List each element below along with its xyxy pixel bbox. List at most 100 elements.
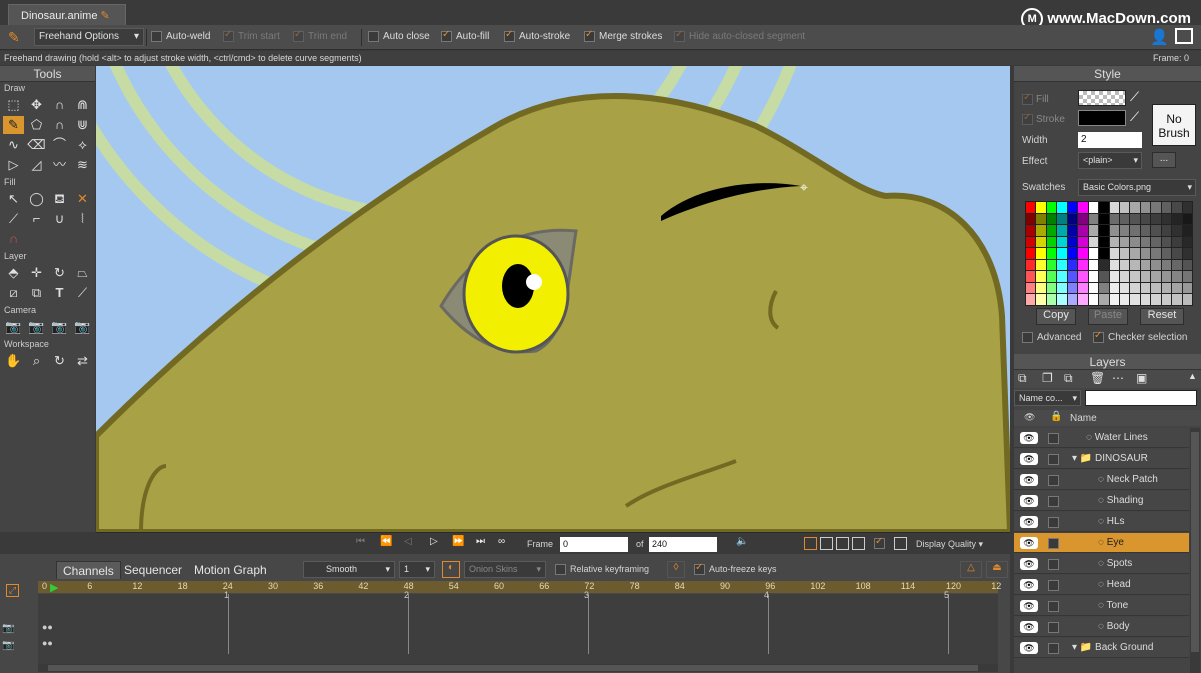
layer-search-input[interactable] [1085,390,1197,406]
color-swatch[interactable] [1130,236,1140,248]
layer-lock-checkbox[interactable] [1048,643,1059,654]
frame-ruler[interactable]: 0 6 12 18 24 30 36 42 48 54 60 66 72 78 84 90 96 102 108 11… [38,581,1001,593]
color-swatch[interactable] [1036,202,1046,213]
color-swatch[interactable] [1182,236,1192,248]
color-swatch[interactable] [1130,294,1140,305]
color-swatch[interactable] [1161,294,1172,305]
color-swatch[interactable] [1140,213,1151,225]
prev-key-icon[interactable]: ⏪ [380,536,392,547]
advanced-checkbox[interactable] [1022,332,1033,343]
loop-icon[interactable]: ∞ [498,536,505,547]
color-swatch[interactable] [1172,213,1182,225]
layer-row[interactable]: 👁 ◌ Body [1014,617,1189,637]
color-swatch[interactable] [1172,259,1182,271]
color-swatch[interactable] [1046,225,1057,236]
color-swatch[interactable] [1140,225,1151,236]
layer-row[interactable]: 👁 ▾ 📁 DINOSAUR [1014,449,1189,469]
camera-track-icon[interactable]: 📷 [3,318,24,336]
bone-icon[interactable]: ⧉ [26,284,47,302]
name-filter-dropdown[interactable]: Name co... ▾ [1014,390,1081,406]
color-swatch[interactable] [1119,225,1130,236]
document-tab[interactable]: Dinosaur.anime ✎ [8,4,126,25]
camera-zoom-icon[interactable]: 📷 [26,318,47,336]
color-swatch[interactable] [1088,225,1099,236]
color-swatch[interactable] [1151,248,1161,259]
color-swatch[interactable] [1130,259,1140,271]
color-swatch[interactable] [1046,236,1057,248]
color-swatch[interactable] [1067,271,1078,282]
step-back-icon[interactable]: ◁ [404,536,412,547]
color-swatch[interactable] [1140,271,1151,282]
eraser-icon[interactable]: ⌫ [26,136,47,154]
view-quad-icon[interactable] [852,537,865,550]
color-swatch[interactable] [1088,248,1099,259]
color-swatch[interactable] [1046,248,1057,259]
view-split-icon[interactable] [820,537,833,550]
color-swatch[interactable] [1130,202,1140,213]
line-width-icon[interactable]: ⌐ [26,210,47,228]
step-dropdown[interactable]: 1 ▾ [399,561,435,578]
color-swatch[interactable] [1057,259,1067,271]
layer-row[interactable]: 👁 ◌ Water Lines [1014,428,1189,448]
color-swatch[interactable] [1172,294,1182,305]
delete-layer-icon[interactable]: 🗑 [1090,371,1105,385]
interpolation-dropdown[interactable]: Smooth ▾ [303,561,395,578]
color-swatch[interactable] [1140,236,1151,248]
wave-icon[interactable]: 〰 [49,156,70,174]
color-swatch[interactable] [1119,259,1130,271]
color-swatch[interactable] [1036,213,1046,225]
orbit-icon[interactable]: ⇄ [72,352,93,370]
trim-end-checkbox[interactable] [293,29,304,42]
auto-stroke-checkbox[interactable] [504,29,515,42]
color-swatch[interactable] [1026,294,1036,305]
flip-layer-icon[interactable]: ⧄ [3,284,24,302]
layer-row[interactable]: 👁 ◌ Spots [1014,554,1189,574]
ruler-fit-icon[interactable]: ⏏ [986,561,1008,578]
relative-keyframing-checkbox[interactable] [555,564,566,575]
color-swatch[interactable] [1067,202,1078,213]
fill-checkbox[interactable] [1022,92,1033,105]
layer-lock-checkbox[interactable] [1048,496,1059,507]
visibility-eye-icon[interactable]: 👁 [1020,474,1038,486]
layer-row[interactable]: 👁 ◌ Neck Patch [1014,470,1189,490]
color-swatch[interactable] [1088,236,1099,248]
color-swatch[interactable] [1026,225,1036,236]
layer-lock-checkbox[interactable] [1048,538,1059,549]
color-swatch[interactable] [1036,259,1046,271]
noise-icon[interactable]: ≋ [72,156,93,174]
tab-sequencer[interactable]: Sequencer [118,561,188,579]
tab-channels[interactable]: Channels [56,561,121,579]
magnet-alt-icon[interactable]: ⋓ [72,116,93,134]
color-swatch[interactable] [1109,271,1119,282]
color-swatch[interactable] [1119,236,1130,248]
view-stack-icon[interactable] [836,537,849,550]
color-swatch[interactable] [1099,225,1109,236]
lasso-icon[interactable]: ◯ [26,190,47,208]
visibility-eye-icon[interactable]: 👁 [1020,516,1038,528]
layer-lock-checkbox[interactable] [1048,601,1059,612]
layer-lock-checkbox[interactable] [1048,433,1059,444]
color-swatch[interactable] [1172,248,1182,259]
color-swatch[interactable] [1182,248,1192,259]
color-swatch[interactable] [1057,225,1067,236]
color-swatch[interactable] [1109,225,1119,236]
user-icon[interactable]: 👤 [1150,28,1169,46]
color-swatch[interactable] [1067,236,1078,248]
color-swatch[interactable] [1161,213,1172,225]
stroke-eyedropper-icon[interactable]: ⟋ [1130,109,1139,125]
view-single-icon[interactable] [804,537,817,550]
color-swatch[interactable] [1151,225,1161,236]
magnet-icon[interactable]: ∩ [49,116,70,134]
color-swatch[interactable] [1057,271,1067,282]
color-swatch[interactable] [1151,202,1161,213]
text-icon[interactable]: T [49,284,70,302]
color-swatch[interactable] [1026,236,1036,248]
color-swatch[interactable] [1078,271,1088,282]
step-forward-icon[interactable]: ⏩ [452,536,464,547]
color-swatch[interactable] [1130,282,1140,294]
color-swatch[interactable] [1140,282,1151,294]
color-swatch[interactable] [1151,236,1161,248]
color-swatch[interactable] [1182,294,1192,305]
curve-profile-icon[interactable]: ∩ [3,230,24,248]
color-swatch[interactable] [1109,213,1119,225]
